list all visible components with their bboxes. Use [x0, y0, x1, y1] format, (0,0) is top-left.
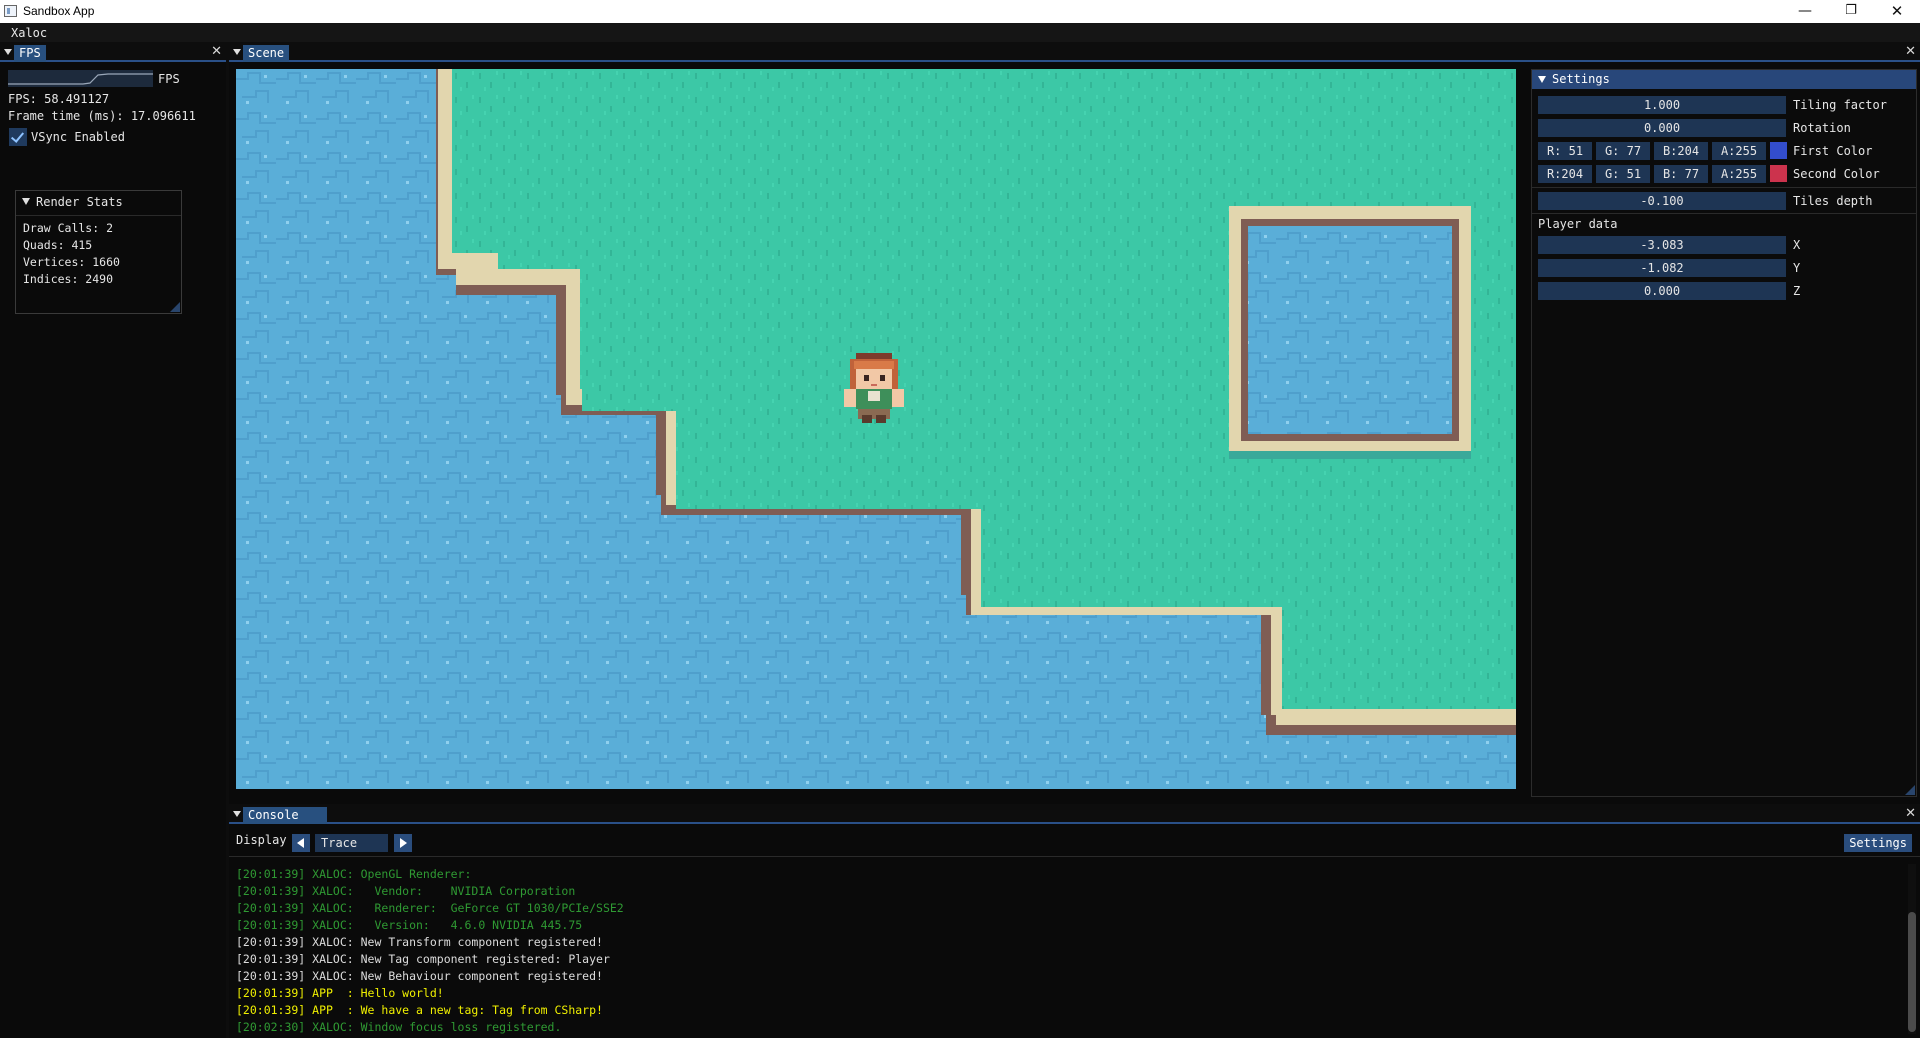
- dock-menu-icon[interactable]: [233, 811, 241, 817]
- dock-menu-icon[interactable]: [4, 49, 12, 55]
- settings-window: Settings 1.000 Tiling factor 0.000 Rotat…: [1531, 69, 1917, 797]
- fps-plot: [8, 70, 153, 87]
- vsync-label: VSync Enabled: [31, 130, 125, 144]
- second-color-label: Second Color: [1793, 167, 1880, 181]
- render-stats-header[interactable]: Render Stats: [22, 195, 123, 209]
- player-z-label: Z: [1793, 284, 1801, 298]
- player-y-label: Y: [1793, 261, 1801, 275]
- quads-text: Quads: 415: [23, 238, 93, 252]
- collapse-icon: [1538, 76, 1546, 83]
- log-line: [20:01:39] XALOC: New Transform componen…: [236, 935, 603, 949]
- fps-text: FPS: 58.491127: [8, 92, 110, 106]
- console-tab-bar: Console ✕: [229, 806, 1920, 824]
- log-line: [20:01:39] XALOC: Version: 4.6.0 NVIDIA …: [236, 918, 583, 932]
- fps-plot-line: [8, 73, 153, 85]
- rotation-input[interactable]: 0.000: [1538, 119, 1786, 137]
- resize-grip[interactable]: [170, 302, 180, 312]
- vertices-text: Vertices: 1660: [23, 255, 120, 269]
- indices-text: Indices: 2490: [23, 272, 114, 286]
- pond-shadow: [1229, 451, 1471, 459]
- menu-xaloc[interactable]: Xaloc: [11, 26, 47, 40]
- display-label: Display: [236, 833, 287, 847]
- second-color-a-input[interactable]: A:255: [1712, 165, 1766, 183]
- frame-time-text: Frame time (ms): 17.096611: [8, 109, 196, 123]
- second-color-g-input[interactable]: G: 51: [1596, 165, 1650, 183]
- first-color-a-input[interactable]: A:255: [1712, 142, 1766, 160]
- render-stats-title: Render Stats: [36, 195, 123, 209]
- level-prev-button[interactable]: [292, 834, 310, 852]
- log-line: [20:02:30] XALOC: Window focus loss regi…: [236, 1020, 562, 1034]
- tiling-factor-label: Tiling factor: [1793, 98, 1887, 112]
- maximize-button[interactable]: ❐: [1828, 0, 1874, 23]
- tiling-factor-input[interactable]: 1.000: [1538, 96, 1786, 114]
- scene-viewport[interactable]: [236, 69, 1516, 789]
- fps-tab-bar: FPS ✕: [0, 44, 226, 62]
- minimize-button[interactable]: —: [1782, 0, 1828, 23]
- scrollbar-thumb[interactable]: [1908, 912, 1916, 1032]
- vsync-checkbox[interactable]: [9, 128, 27, 146]
- close-window-button[interactable]: ✕: [1874, 0, 1920, 23]
- draw-calls-text: Draw Calls: 2: [23, 221, 114, 235]
- fps-plot-label: FPS: [158, 72, 180, 86]
- pond-water: [1248, 226, 1452, 434]
- divider: [229, 856, 1920, 857]
- log-line: [20:01:39] XALOC: Renderer: GeForce GT 1…: [236, 901, 624, 915]
- log-line: [20:01:39] XALOC: New Tag component regi…: [236, 952, 610, 966]
- console-log: [20:01:39] XALOC: OpenGL Renderer: [20:01…: [236, 866, 1896, 1038]
- console-scrollbar[interactable]: [1908, 864, 1916, 1034]
- scene-tab-bar: Scene ✕: [229, 44, 1920, 62]
- player-z-input[interactable]: 0.000: [1538, 282, 1786, 300]
- divider: [1532, 213, 1916, 214]
- fps-panel: FPS ✕ FPS FPS: 58.491127 Frame time (ms)…: [0, 44, 226, 1038]
- player-y-input[interactable]: -1.082: [1538, 259, 1786, 277]
- console-settings-button[interactable]: Settings: [1844, 834, 1912, 852]
- first-color-swatch[interactable]: [1770, 142, 1787, 159]
- log-line: [20:01:39] APP : Hello world!: [236, 986, 444, 1000]
- log-line: [20:01:39] XALOC: New Behaviour componen…: [236, 969, 603, 983]
- resize-grip[interactable]: [1905, 785, 1915, 795]
- game-map: [236, 69, 1516, 789]
- tiles-depth-input[interactable]: -0.100: [1538, 192, 1786, 210]
- player-x-label: X: [1793, 238, 1801, 252]
- close-icon[interactable]: ✕: [1905, 806, 1916, 821]
- close-icon[interactable]: ✕: [1905, 44, 1916, 59]
- first-color-label: First Color: [1793, 144, 1873, 158]
- second-color-swatch[interactable]: [1770, 165, 1787, 182]
- collapse-icon: [22, 198, 30, 205]
- tiles-depth-label: Tiles depth: [1793, 194, 1873, 208]
- first-color-r-input[interactable]: R: 51: [1538, 142, 1592, 160]
- window-title: Sandbox App: [23, 4, 95, 18]
- log-line: [20:01:39] APP : We have a new tag: Tag …: [236, 1003, 603, 1017]
- rotation-label: Rotation: [1793, 121, 1851, 135]
- scene-panel: Scene ✕ Settings 1.000 Tiling factor 0.0…: [229, 44, 1920, 804]
- player-data-heading: Player data: [1538, 217, 1618, 231]
- settings-header[interactable]: Settings: [1532, 70, 1916, 89]
- first-color-g-input[interactable]: G: 77: [1596, 142, 1650, 160]
- log-level-select[interactable]: Trace: [315, 834, 388, 852]
- dock-menu-icon[interactable]: [233, 49, 241, 55]
- second-color-r-input[interactable]: R:204: [1538, 165, 1592, 183]
- divider: [1532, 187, 1916, 188]
- settings-title: Settings: [1552, 72, 1610, 86]
- player-x-input[interactable]: -3.083: [1538, 236, 1786, 254]
- first-color-b-input[interactable]: B:204: [1654, 142, 1708, 160]
- divider: [16, 215, 181, 216]
- second-color-b-input[interactable]: B: 77: [1654, 165, 1708, 183]
- render-stats-window: Render Stats Draw Calls: 2 Quads: 415 Ve…: [15, 190, 182, 314]
- menu-bar: Xaloc: [0, 23, 1920, 42]
- log-line: [20:01:39] XALOC: OpenGL Renderer:: [236, 867, 472, 881]
- app-icon: [4, 5, 17, 17]
- os-title-bar: Sandbox App — ❐ ✕: [0, 0, 1920, 23]
- close-icon[interactable]: ✕: [211, 44, 222, 59]
- log-line: [20:01:39] XALOC: Vendor: NVIDIA Corpora…: [236, 884, 576, 898]
- console-panel: Console ✕ Display Trace Settings [20:01:…: [229, 806, 1920, 1038]
- tab-fps[interactable]: FPS: [14, 45, 46, 62]
- tab-scene[interactable]: Scene: [243, 45, 290, 62]
- level-next-button[interactable]: [394, 834, 412, 852]
- tab-console[interactable]: Console: [243, 807, 327, 824]
